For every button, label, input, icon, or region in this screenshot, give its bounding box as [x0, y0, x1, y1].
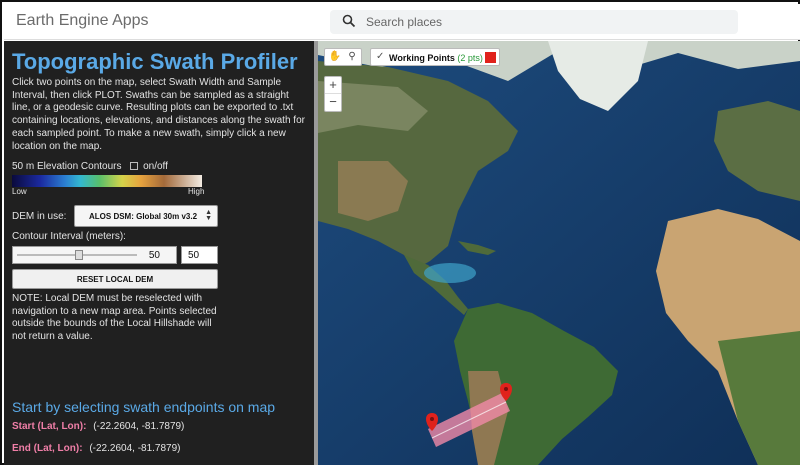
pin-icon[interactable]: ⚲: [344, 51, 360, 65]
start-label: Start (Lat, Lon):: [12, 421, 87, 432]
start-coord-row: Start (Lat, Lon): (-22.2604, -81.7879): [12, 421, 184, 432]
endpoints-heading: Start by selecting swath endpoints on ma…: [12, 399, 276, 415]
start-value: (-22.2604, -81.7879): [93, 421, 185, 432]
end-label: End (Lat, Lon):: [12, 443, 83, 454]
zoom-in-button[interactable]: +: [325, 77, 341, 94]
contours-row: 50 m Elevation Contours on/off: [12, 161, 168, 172]
contours-label: 50 m Elevation Contours: [12, 161, 122, 172]
layer-panel[interactable]: ✓ Working Points (2 pts): [370, 48, 500, 66]
layer-color-swatch[interactable]: [485, 52, 496, 63]
contours-toggle-label: on/off: [143, 161, 168, 172]
panel-description: Click two points on the map, select Swat…: [12, 77, 305, 152]
panel-title: Topographic Swath Profiler: [12, 49, 298, 74]
contours-checkbox[interactable]: [130, 162, 139, 170]
contour-interval-input[interactable]: 50: [181, 246, 218, 264]
reset-local-dem-button[interactable]: RESET LOCAL DEM: [12, 269, 218, 289]
map-canvas[interactable]: [318, 41, 800, 465]
layer-count: (2 pts): [457, 53, 483, 63]
slider-thumb[interactable]: [75, 250, 83, 260]
dem-label: DEM in use:: [12, 211, 67, 222]
map-tools: ✋ ⚲: [324, 48, 362, 66]
elevation-color-ramp: [12, 175, 202, 187]
dem-note: NOTE: Local DEM must be reselected with …: [12, 293, 217, 342]
hand-icon[interactable]: ✋: [327, 51, 343, 65]
zoom-out-button[interactable]: −: [325, 94, 341, 111]
search-input[interactable]: Search places: [366, 15, 442, 29]
zoom-control: + −: [324, 76, 342, 112]
contour-interval-label: Contour Interval (meters):: [12, 231, 126, 242]
caribbean-shallows: [424, 263, 476, 283]
layer-name-text: Working Points: [389, 53, 455, 63]
app-window: Earth Engine Apps Search places Topograp…: [0, 0, 800, 465]
search-icon: [342, 14, 356, 28]
top-bar: Earth Engine Apps Search places: [4, 4, 800, 40]
legend-high: High: [188, 187, 205, 196]
legend-low: Low: [12, 187, 27, 196]
search-box[interactable]: Search places: [330, 10, 738, 34]
dem-select-value: ALOS DSM: Global 30m v3.2: [89, 212, 198, 221]
select-arrows-icon: ▲ ▼: [205, 209, 212, 222]
side-panel: Topographic Swath Profiler Click two poi…: [4, 41, 314, 465]
end-value: (-22.2604, -81.7879): [89, 443, 181, 454]
app-title[interactable]: Earth Engine Apps: [16, 12, 149, 30]
dem-select[interactable]: ALOS DSM: Global 30m v3.2 ▲ ▼: [74, 205, 218, 227]
layer-name: Working Points (2 pts): [389, 53, 483, 63]
end-coord-row: End (Lat, Lon): (-22.2604, -81.7879): [12, 443, 181, 454]
check-icon[interactable]: ✓: [376, 51, 384, 62]
slider-value: 50: [148, 250, 160, 261]
contour-interval-slider[interactable]: 50: [12, 246, 177, 264]
